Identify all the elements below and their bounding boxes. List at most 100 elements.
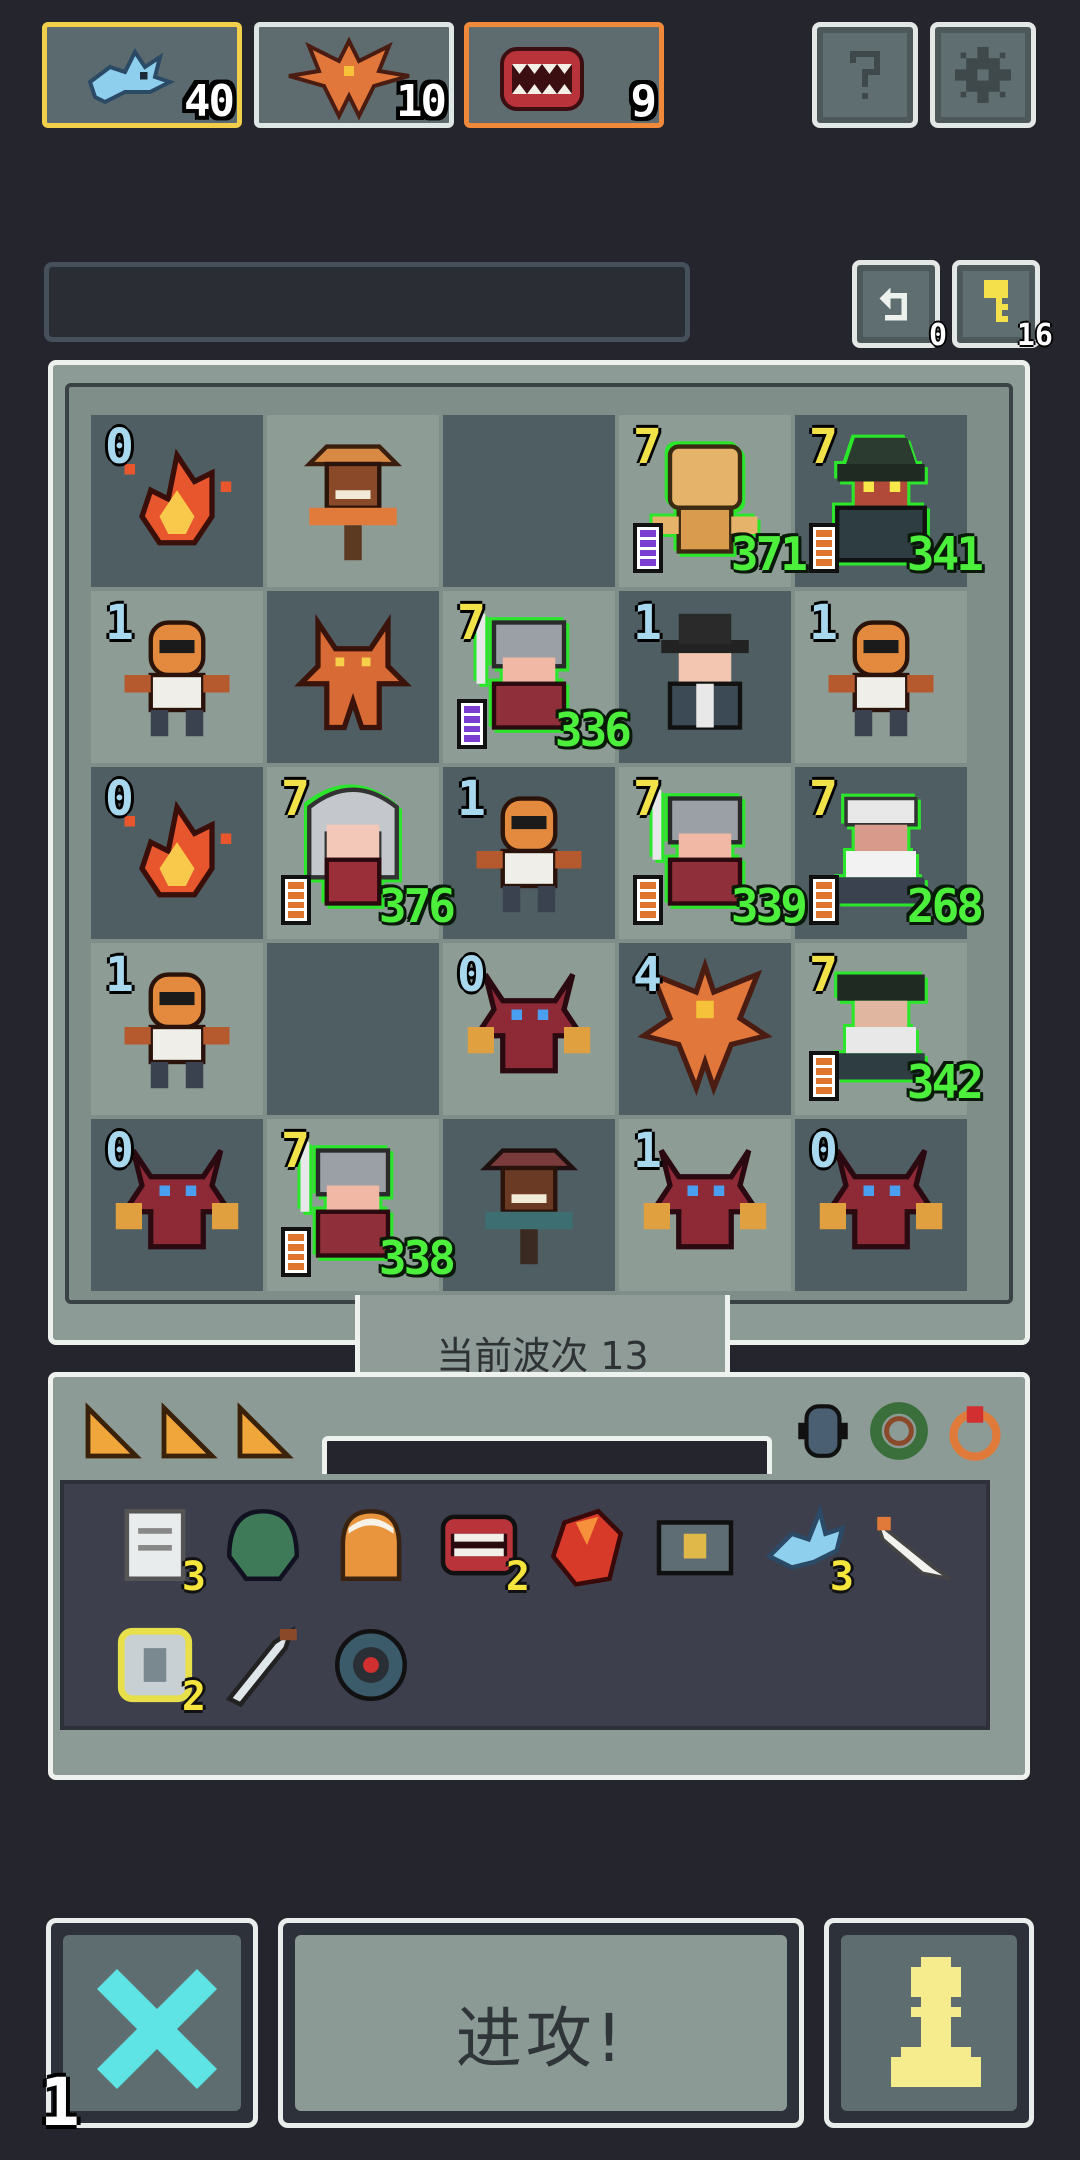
board-cell-knight[interactable]: 7 336 [443,591,632,763]
energy-gauge-icon [633,523,663,573]
board-cell-empty[interactable] [443,415,615,587]
resource-count: 40 [184,76,235,127]
armor-plate-icon[interactable]: 2 [110,1620,206,1720]
item-quantity: 3 [181,1554,206,1600]
gear-icon [935,27,1031,123]
undo-icon [857,265,935,343]
green-helmet-icon[interactable] [218,1500,308,1590]
pawn-icon [891,1957,981,2087]
beetle-icon[interactable] [790,1398,856,1464]
resource-count: 9 [630,76,657,127]
cheese-wedge-icon[interactable] [156,1400,220,1464]
blue-dragon-icon [87,48,176,105]
remove-count: 1 [40,2064,80,2141]
energy-gauge-icon [809,523,839,573]
board-cell-silver-maiden[interactable]: 7 376 [267,767,456,939]
board-grid: 0 7 371 7 341 1 7 336 1 1 0 7 376 1 7 339 7 268 1 0 4 7 342 0 7 3… [65,383,1013,1304]
unit-level: 7 [281,1123,310,1179]
unit-level: 1 [105,595,134,651]
energy-gauge-icon [281,875,311,925]
board-cell-dark-scarecrow[interactable] [443,1119,615,1291]
recruit-button[interactable] [824,1918,1034,2128]
resource-count: 10 [396,76,447,127]
bread-icon[interactable] [326,1500,416,1590]
unit-level: 1 [809,595,838,651]
board-cell-bandit[interactable]: 1 [91,943,263,1115]
board-cell-imp[interactable]: 0 [91,1119,263,1291]
board-cell-old-sage[interactable]: 7 268 [795,767,984,939]
mimic-jaw-icon[interactable]: 2 [434,1500,530,1600]
energy-gauge-icon [633,875,663,925]
attack-button[interactable]: 进攻! [278,1918,804,2128]
inventory-divider [322,1436,772,1474]
board-cell-fire[interactable]: 0 [91,767,263,939]
board-cell-bandit[interactable]: 1 [443,767,615,939]
question-icon [817,27,913,123]
undo-button[interactable]: 0 [852,260,947,353]
board-cell-imp[interactable]: 0 [443,943,615,1115]
attack-label: 进攻! [455,2000,627,2077]
unit-health: 268 [906,879,984,933]
board-cell-imp[interactable]: 1 [619,1119,791,1291]
unit-level: 0 [457,947,486,1003]
unit-health: 341 [906,527,984,581]
board-cell-old-pirate[interactable]: 7 342 [795,943,984,1115]
red-ring-icon[interactable] [942,1398,1008,1464]
board-cell-knight[interactable]: 7 338 [267,1119,456,1291]
energy-gauge-icon [281,1227,311,1277]
board-cell-bandit[interactable]: 1 [91,591,263,763]
wreath-icon[interactable] [866,1398,932,1464]
board-cell-gargoyle[interactable] [267,591,439,763]
board-cell-bandit[interactable]: 1 [795,591,967,763]
resource-card-dragon[interactable]: 40 [42,22,242,128]
board-cell-straw-dummy[interactable]: 7 371 [619,415,808,587]
board-cell-knight[interactable]: 7 339 [619,767,808,939]
unit-level: 7 [633,419,662,475]
battle-board: 0 7 371 7 341 1 7 336 1 1 0 7 376 1 7 339 7 268 1 0 4 7 342 0 7 3… [48,360,1030,1345]
blade-icon[interactable] [218,1620,308,1710]
board-cell-phoenix[interactable]: 4 [619,943,791,1115]
help-button[interactable] [812,22,918,128]
resource-card-phoenix[interactable]: 10 [254,22,454,128]
board-cell-empty[interactable] [267,943,439,1115]
unit-level: 1 [633,1123,662,1179]
cheese-wedge-icon[interactable] [232,1400,296,1464]
board-cell-magician[interactable]: 1 [619,591,791,763]
unit-level: 4 [633,947,662,1003]
feather-quill-icon[interactable] [866,1500,956,1590]
key-count: 16 [1016,318,1053,353]
chest-icon[interactable] [650,1500,740,1590]
item-quantity: 2 [505,1554,530,1600]
scroll-icon[interactable]: 3 [110,1500,206,1600]
unit-level: 7 [457,595,486,651]
undo-count: 0 [928,318,947,353]
item-quantity: 2 [181,1674,206,1720]
key-button[interactable]: 16 [952,260,1053,353]
settings-button[interactable] [930,22,1036,128]
unit-health: 371 [730,527,808,581]
board-cell-pirate-captain[interactable]: 7 341 [795,415,984,587]
board-cell-imp[interactable]: 0 [795,1119,967,1291]
cheese-wedge-icon[interactable] [80,1400,144,1464]
resource-card-mimic[interactable]: 9 [464,22,664,128]
energy-gauge-icon [457,699,487,749]
target-disc-icon[interactable] [326,1620,416,1710]
unit-health: 338 [378,1231,456,1285]
blue-dragon-icon[interactable]: 3 [758,1500,854,1600]
board-cell-scarecrow[interactable] [267,415,439,587]
unit-level: 7 [633,771,662,827]
unit-health: 376 [378,879,456,933]
unit-level: 1 [105,947,134,1003]
unit-level: 0 [105,419,134,475]
energy-gauge-icon [809,875,839,925]
cross-icon [97,1969,217,2089]
dark-scarecrow-sprite [479,1148,579,1265]
board-cell-fire[interactable]: 0 [91,415,263,587]
unit-level: 1 [633,595,662,651]
ruby-icon[interactable] [542,1500,632,1590]
unit-level: 0 [809,1123,838,1179]
mimic-jaw-icon [500,47,584,111]
unit-health: 342 [906,1055,984,1109]
unit-level: 7 [281,771,310,827]
scarecrow-sprite [303,444,403,561]
